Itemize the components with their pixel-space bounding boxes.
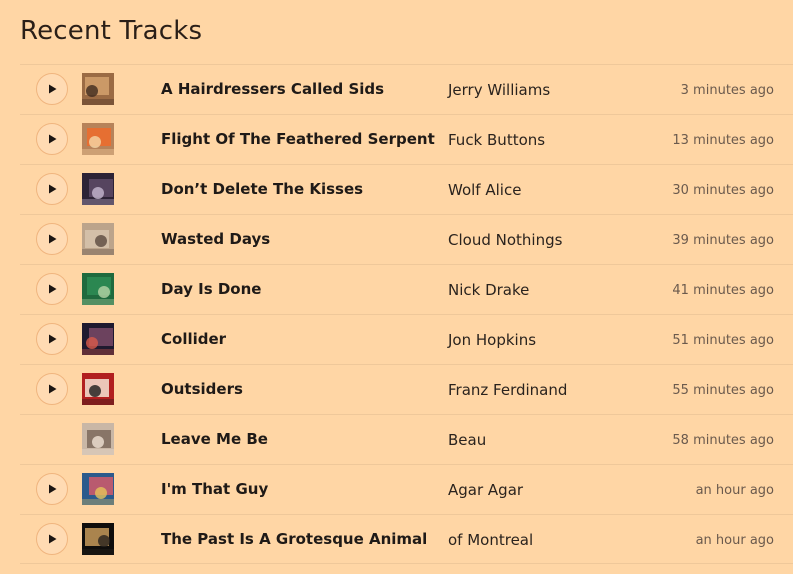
track-title-link[interactable]: Leave Me Be <box>161 430 268 448</box>
track-title-link[interactable]: Day Is Done <box>161 280 261 298</box>
page-title: Recent Tracks <box>20 16 203 46</box>
play-icon <box>49 334 57 344</box>
recent-tracks-panel: Recent Tracks A Hairdressers Called Sids… <box>0 0 793 574</box>
track-title-link[interactable]: A Hairdressers Called Sids <box>161 80 384 98</box>
artist-link[interactable]: Beau <box>448 431 486 449</box>
played-time: 3 minutes ago <box>680 83 774 98</box>
album-art[interactable] <box>82 473 114 505</box>
album-art-image <box>82 73 114 105</box>
played-time: 30 minutes ago <box>672 183 774 198</box>
play-button[interactable] <box>36 373 68 405</box>
track-title-link[interactable]: Outsiders <box>161 380 243 398</box>
track-title-link[interactable]: Wasted Days <box>161 230 270 248</box>
play-button[interactable] <box>36 523 68 555</box>
album-art[interactable] <box>82 273 114 305</box>
album-art-image <box>82 123 114 155</box>
album-art-image <box>82 373 114 405</box>
album-art-image <box>82 273 114 305</box>
artist-link[interactable]: Cloud Nothings <box>448 231 562 249</box>
track-row[interactable]: Flight Of The Feathered Serpent Fuck Butt… <box>20 114 793 164</box>
artist-link[interactable]: Agar Agar <box>448 481 523 499</box>
played-time: an hour ago <box>695 533 774 548</box>
album-art[interactable] <box>82 423 114 455</box>
album-art[interactable] <box>82 523 114 555</box>
album-art-image <box>82 223 114 255</box>
track-row[interactable]: Don’t Delete The Kisses Wolf Alice 30 minu… <box>20 164 793 214</box>
play-icon <box>49 184 57 194</box>
track-row[interactable]: I'm That Guy Agar Agar an hour ago <box>20 464 793 514</box>
track-title-link[interactable]: Don’t Delete The Kisses <box>161 180 363 198</box>
play-button[interactable] <box>36 323 68 355</box>
artist-link[interactable]: Fuck Buttons <box>448 131 545 149</box>
artist-link[interactable]: Nick Drake <box>448 281 529 299</box>
played-time: an hour ago <box>695 483 774 498</box>
played-time: 13 minutes ago <box>672 133 774 148</box>
track-row[interactable]: A Hairdressers Called Sids Jerry Williams… <box>20 64 793 114</box>
play-button[interactable] <box>36 123 68 155</box>
artist-link[interactable]: Jon Hopkins <box>448 331 536 349</box>
artist-link[interactable]: Franz Ferdinand <box>448 381 567 399</box>
album-art-image <box>82 423 114 455</box>
play-icon <box>49 234 57 244</box>
play-icon <box>49 284 57 294</box>
played-time: 41 minutes ago <box>672 283 774 298</box>
play-icon <box>49 84 57 94</box>
album-art[interactable] <box>82 373 114 405</box>
track-title-link[interactable]: Flight Of The Feathered Serpent <box>161 130 435 148</box>
play-icon <box>49 384 57 394</box>
track-row[interactable]: Outsiders Franz Ferdinand 55 minutes ago <box>20 364 793 414</box>
played-time: 55 minutes ago <box>672 383 774 398</box>
play-button[interactable] <box>36 73 68 105</box>
album-art-image <box>82 173 114 205</box>
album-art-image <box>82 473 114 505</box>
track-row[interactable]: Collider Jon Hopkins 51 minutes ago <box>20 314 793 364</box>
album-art[interactable] <box>82 123 114 155</box>
track-title-link[interactable]: Collider <box>161 330 226 348</box>
play-icon <box>49 134 57 144</box>
album-art[interactable] <box>82 323 114 355</box>
artist-link[interactable]: Jerry Williams <box>448 81 550 99</box>
play-button[interactable] <box>36 173 68 205</box>
artist-link[interactable]: of Montreal <box>448 531 533 549</box>
album-art[interactable] <box>82 73 114 105</box>
play-button[interactable] <box>36 273 68 305</box>
played-time: 39 minutes ago <box>672 233 774 248</box>
track-row[interactable]: Wasted Days Cloud Nothings 39 minutes ago <box>20 214 793 264</box>
played-time: 58 minutes ago <box>672 433 774 448</box>
play-icon <box>49 534 57 544</box>
track-row[interactable]: Day Is Done Nick Drake 41 minutes ago <box>20 264 793 314</box>
track-title-link[interactable]: The Past Is A Grotesque Animal <box>161 530 427 548</box>
play-icon <box>49 484 57 494</box>
album-art-image <box>82 523 114 555</box>
artist-link[interactable]: Wolf Alice <box>448 181 521 199</box>
played-time: 51 minutes ago <box>672 333 774 348</box>
track-list: A Hairdressers Called Sids Jerry Williams… <box>20 64 793 564</box>
track-row[interactable]: The Past Is A Grotesque Animal of Montrea… <box>20 514 793 564</box>
play-button[interactable] <box>36 223 68 255</box>
album-art[interactable] <box>82 173 114 205</box>
album-art-image <box>82 323 114 355</box>
track-row[interactable]: Leave Me Be Beau 58 minutes ago <box>20 414 793 464</box>
play-button[interactable] <box>36 473 68 505</box>
album-art[interactable] <box>82 223 114 255</box>
track-title-link[interactable]: I'm That Guy <box>161 480 268 498</box>
